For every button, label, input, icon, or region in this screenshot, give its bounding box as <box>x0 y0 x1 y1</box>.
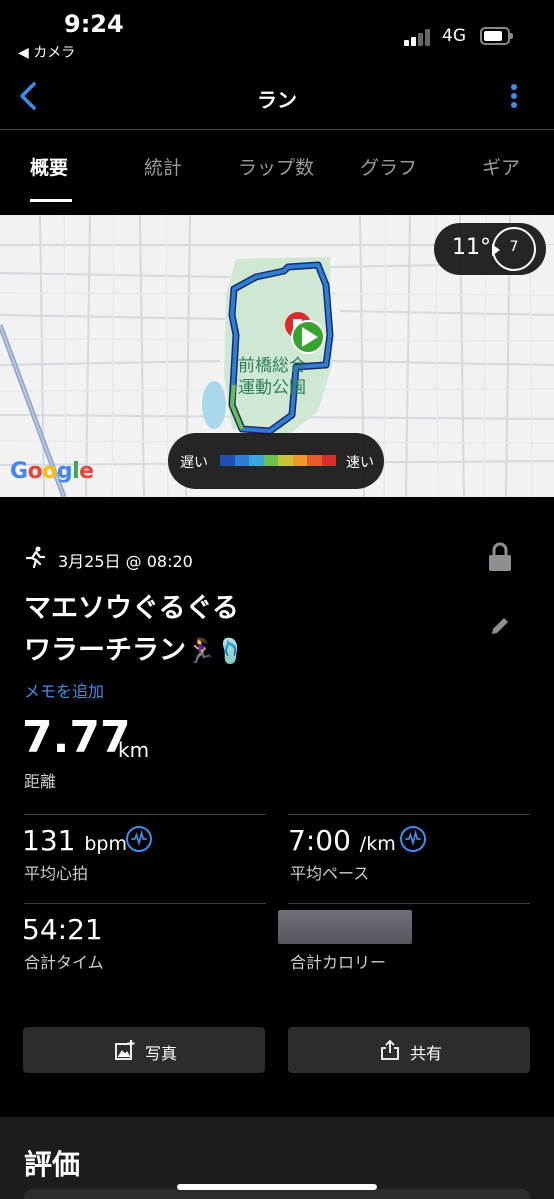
lock-icon[interactable] <box>488 542 512 572</box>
avg-hr-unit: bpm <box>84 833 127 855</box>
speed-color-swatch <box>292 455 307 466</box>
avg-pace-label: 平均ペース <box>290 864 370 883</box>
map-place-label: 前橋総合 運動公園 <box>238 355 306 399</box>
speed-legend: 遅い 速い <box>168 433 384 489</box>
running-icon <box>25 546 46 568</box>
home-indicator[interactable] <box>177 1184 377 1190</box>
speed-color-swatch <box>249 455 264 466</box>
network-type: 4G <box>442 26 466 46</box>
speed-color-swatch <box>234 455 249 466</box>
google-logo: Google <box>10 459 94 484</box>
avg-hr-value: 131 bpm <box>22 824 127 857</box>
active-tab-indicator <box>30 199 72 202</box>
avg-pace-unit: /km <box>359 833 396 855</box>
avg-pace-number: 7:00 <box>288 824 351 857</box>
avg-hr-number: 131 <box>22 824 76 857</box>
speed-color-swatch <box>278 455 293 466</box>
tab-stats[interactable]: 統計 <box>144 153 182 180</box>
route-map[interactable]: 前橋総合 運動公園 11° 7 Google 遅い 速い <box>0 215 554 497</box>
total-time-label: 合計タイム <box>24 953 104 972</box>
add-photo-button[interactable]: 写真 <box>23 1027 265 1073</box>
rating-title: 評価 <box>24 1148 81 1181</box>
more-options-icon[interactable] <box>506 82 522 114</box>
activity-title-line2: ワラーチラン🏃‍♀️🩴 <box>24 630 484 672</box>
activity-title-text: ワラーチラン <box>24 635 186 666</box>
weather-pill: 11° 7 <box>434 223 546 275</box>
avg-hr-label: 平均心拍 <box>24 864 89 883</box>
speed-color-swatch <box>307 455 322 466</box>
add-photo-icon <box>115 1040 135 1060</box>
status-time: 9:24 <box>64 10 124 38</box>
speed-color-swatch <box>220 455 235 466</box>
share-button[interactable]: 共有 <box>288 1027 530 1073</box>
tab-laps[interactable]: ラップ数 <box>238 153 314 180</box>
divider <box>288 814 530 815</box>
temperature-value: 11° <box>452 235 491 260</box>
divider <box>288 903 530 904</box>
edit-pencil-icon[interactable] <box>488 614 512 638</box>
speed-slow-label: 遅い <box>180 455 208 471</box>
back-to-camera-link[interactable]: ◀ カメラ <box>18 42 75 62</box>
share-label: 共有 <box>410 1044 443 1063</box>
battery-icon <box>480 27 513 45</box>
heart-rate-chart-icon[interactable] <box>126 826 152 852</box>
distance-unit: km <box>118 738 150 762</box>
divider <box>24 903 266 904</box>
speed-color-swatch <box>321 455 336 466</box>
speed-color-scale <box>220 455 336 466</box>
share-icon <box>381 1040 399 1060</box>
distance-label: 距離 <box>24 772 57 791</box>
tab-graph[interactable]: グラフ <box>360 153 417 180</box>
add-memo-link[interactable]: メモを追加 <box>24 678 104 702</box>
wind-icon: 7 <box>492 227 536 271</box>
avg-pace-value: 7:00 /km <box>288 824 396 857</box>
activity-title: マエソウぐるぐる ワラーチラン🏃‍♀️🩴 <box>24 588 484 672</box>
activity-title-line1: マエソウぐるぐる <box>24 593 239 624</box>
pace-chart-icon[interactable] <box>400 826 426 852</box>
speed-color-swatch <box>263 455 278 466</box>
distance-value: 7.77 <box>22 712 131 763</box>
activity-title-emoji: 🏃‍♀️🩴 <box>186 637 246 665</box>
tab-gear[interactable]: ギア <box>482 153 520 180</box>
nav-bar: ラン <box>0 64 554 130</box>
signal-icon <box>404 28 434 46</box>
total-calories-label: 合計カロリー <box>290 953 387 972</box>
tab-bar: 概要 統計 ラップ数 グラフ ギア <box>0 131 554 215</box>
page-title: ラン <box>257 88 297 112</box>
calories-redacted-block <box>278 910 412 944</box>
add-photo-label: 写真 <box>145 1044 178 1063</box>
speed-fast-label: 速い <box>346 455 374 471</box>
place-name-line1: 前橋総合 <box>238 356 306 376</box>
divider <box>24 814 266 815</box>
rating-card[interactable] <box>24 1189 530 1199</box>
tab-overview[interactable]: 概要 <box>30 153 68 180</box>
place-name-line2: 運動公園 <box>238 378 306 398</box>
activity-datetime: 3月25日 @ 08:20 <box>58 552 193 571</box>
status-bar: 9:24 ◀ カメラ 4G <box>0 0 554 64</box>
wind-speed-value: 7 <box>509 239 519 255</box>
total-time-value: 54:21 <box>22 913 103 946</box>
